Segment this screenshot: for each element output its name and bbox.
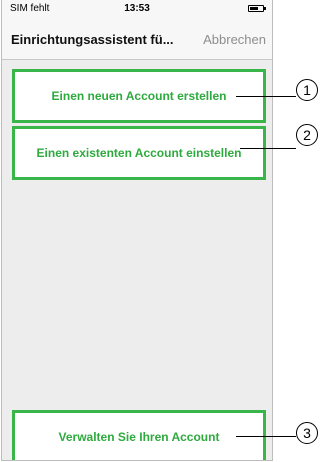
callout-line-3	[236, 436, 296, 437]
clock: 13:53	[124, 3, 150, 14]
setup-existing-account-button[interactable]: Einen existenten Account einstellen	[12, 126, 266, 180]
callout-marker-1: 1	[296, 79, 318, 101]
callout-marker-2: 2	[296, 124, 318, 146]
cancel-button[interactable]: Abbrechen	[203, 32, 266, 47]
page-title: Einrichtungsassistent fü...	[11, 32, 174, 47]
manage-account-button[interactable]: Verwalten Sie Ihren Account	[12, 410, 266, 460]
battery-tip	[264, 7, 266, 10]
callout-marker-3: 3	[296, 422, 318, 444]
navigation-bar: Einrichtungsassistent fü... Abbrechen	[2, 18, 272, 60]
battery-icon	[248, 5, 266, 12]
callout-line-1	[236, 96, 296, 97]
phone-screen: SIM fehlt 13:53 Einrichtungsassistent fü…	[1, 0, 273, 461]
callout-line-2	[240, 148, 296, 149]
status-bar: SIM fehlt 13:53	[2, 0, 272, 18]
battery-level	[250, 7, 258, 10]
create-account-button[interactable]: Einen neuen Account erstellen	[12, 69, 266, 123]
